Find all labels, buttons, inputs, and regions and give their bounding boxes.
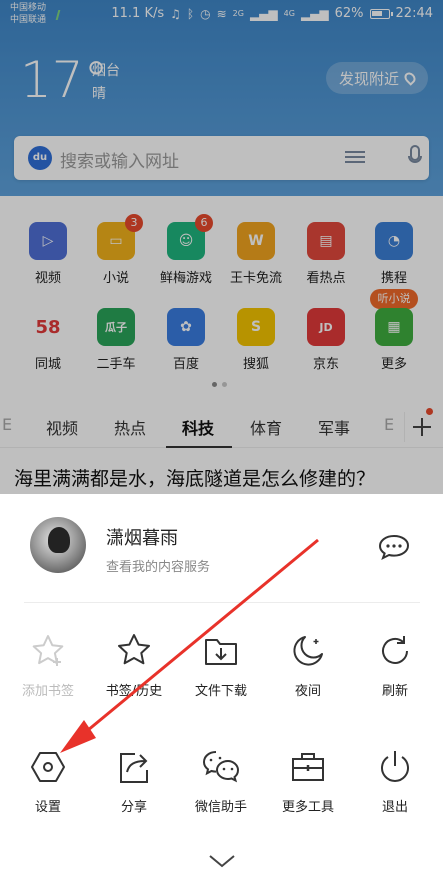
- user-name[interactable]: 潇烟暮雨: [106, 524, 178, 550]
- more-tools-label: 更多工具: [281, 800, 334, 815]
- wechat-assistant-button[interactable]: 微信助手: [181, 748, 261, 815]
- avatar[interactable]: [30, 517, 86, 573]
- power-icon: [381, 751, 409, 782]
- settings-button[interactable]: 设置: [8, 748, 88, 815]
- bookmarks-history-button[interactable]: 书签/历史: [94, 632, 174, 699]
- share-icon: [120, 753, 148, 783]
- exit-label: 退出: [381, 800, 408, 815]
- add-bookmark-button[interactable]: 添加书签: [8, 632, 88, 699]
- share-label: 分享: [120, 800, 147, 815]
- folder-download-icon: [205, 639, 237, 665]
- night-mode-button[interactable]: 夜间: [268, 632, 348, 699]
- dim-overlay[interactable]: [0, 0, 443, 494]
- file-download-button[interactable]: 文件下载: [181, 632, 261, 699]
- file-download-label: 文件下载: [194, 684, 247, 699]
- moon-icon: [293, 636, 323, 666]
- refresh-icon: [382, 636, 408, 664]
- add-bookmark-label: 添加书签: [21, 684, 74, 699]
- user-subtitle[interactable]: 查看我的内容服务: [106, 556, 210, 575]
- refresh-button[interactable]: 刷新: [355, 632, 435, 699]
- exit-button[interactable]: 退出: [355, 748, 435, 815]
- more-tools-button[interactable]: 更多工具: [268, 748, 348, 815]
- menu-sheet: 潇烟暮雨 查看我的内容服务 添加书签 书签/历史 文件下载 夜间 刷新 设置 分…: [0, 494, 443, 888]
- settings-hexagon-icon: [31, 752, 65, 782]
- night-mode-label: 夜间: [294, 684, 321, 699]
- chevron-down-icon[interactable]: [208, 854, 236, 868]
- bookmarks-history-label: 书签/历史: [105, 684, 163, 699]
- divider: [24, 602, 420, 603]
- star-plus-icon: [32, 635, 64, 666]
- refresh-label: 刷新: [381, 684, 408, 699]
- message-icon[interactable]: [378, 534, 410, 560]
- share-button[interactable]: 分享: [94, 748, 174, 815]
- wechat-assistant-label: 微信助手: [194, 800, 247, 815]
- star-icon: [118, 634, 150, 665]
- settings-label: 设置: [34, 800, 61, 815]
- toolbox-icon: [292, 753, 324, 781]
- wechat-icon: [202, 751, 240, 783]
